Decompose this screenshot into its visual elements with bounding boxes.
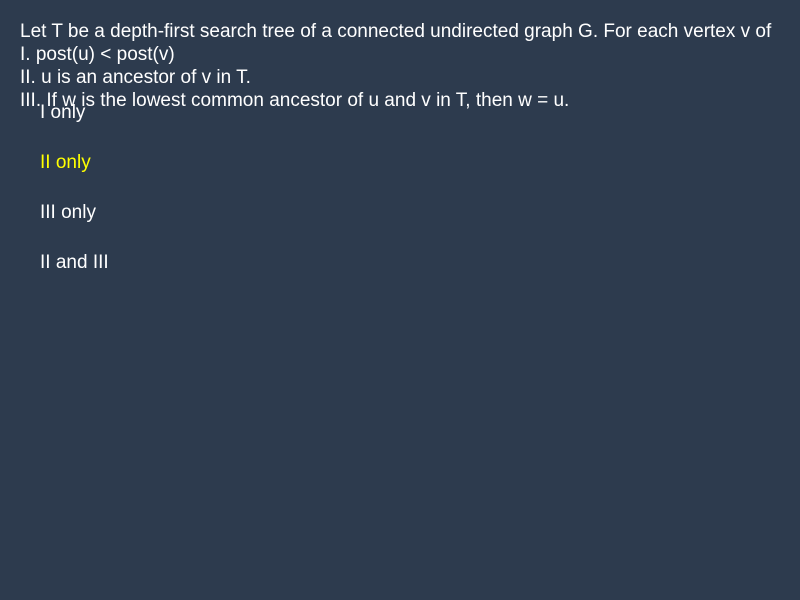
answer-options: I only II only III only II and III [40,101,109,301]
option-d[interactable]: II and III [40,251,109,274]
statement-i: I. post(u) < post(v) [20,44,175,65]
option-a[interactable]: I only [40,101,109,124]
statement-ii: II. u is an ancestor of v in T. [20,67,251,88]
question-text: Let T be a depth-first search tree of a … [20,20,800,112]
option-b[interactable]: II only [40,151,109,174]
statement-iii: III. If w is the lowest common ancestor … [20,90,570,111]
question-stem: Let T be a depth-first search tree of a … [20,21,772,42]
option-c[interactable]: III only [40,201,109,224]
